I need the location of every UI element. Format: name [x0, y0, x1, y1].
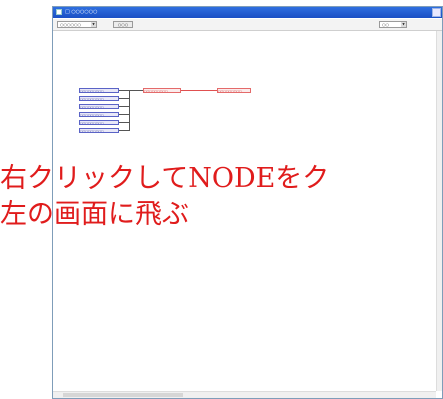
close-button[interactable]: [432, 8, 441, 17]
graph-node[interactable]: ○○○○○○○○○: [79, 112, 119, 117]
toolbar-combo-left-label: ○○○○○○: [60, 22, 81, 27]
toolbar: ○○○○○○ ▼ ○○○ ○○ ▼: [53, 19, 442, 31]
horizontal-scrollbar[interactable]: [53, 391, 436, 398]
annotation-text-line-2: 左の画面に飛ぶ: [0, 199, 189, 230]
graph-node[interactable]: ○○○○○○○○○: [79, 120, 119, 125]
graph-edge: [119, 114, 129, 115]
graph-edge: [119, 98, 129, 99]
graph-edge: [119, 130, 129, 131]
vertical-scrollbar[interactable]: [436, 31, 442, 391]
graph-edge: [119, 106, 129, 107]
annotation-text-line-1: 右クリックしてNODEをク: [0, 163, 330, 194]
chevron-down-icon[interactable]: ▼: [91, 22, 96, 27]
toolbar-button-label: ○○○: [117, 22, 129, 27]
graph-node[interactable]: ○○○○○○○○○: [79, 88, 119, 93]
graph-node-label: ○○○○○○○○○: [218, 89, 242, 93]
scrollbar-thumb[interactable]: [63, 393, 183, 397]
chevron-down-icon[interactable]: ▼: [401, 22, 406, 27]
graph-node[interactable]: ○○○○○○○○○: [79, 104, 119, 109]
graph-node-label: ○○○○○○○○○: [80, 129, 104, 133]
graph-edge: [129, 90, 143, 91]
graph-node-selected[interactable]: ○○○○○○○○○: [143, 88, 181, 93]
graph-node-label: ○○○○○○○○○: [80, 89, 104, 93]
graph-node-label: ○○○○○○○○○: [80, 113, 104, 117]
window-title: □ ○○○○○○: [65, 9, 98, 15]
graph-node-label: ○○○○○○○○○: [80, 105, 104, 109]
graph-edge: [181, 90, 217, 91]
toolbar-button[interactable]: ○○○: [113, 21, 133, 28]
graph-node-label: ○○○○○○○○○: [80, 121, 104, 125]
toolbar-combo-right-label: ○○: [382, 22, 389, 27]
graph-edge: [119, 122, 129, 123]
graph-node-selected[interactable]: ○○○○○○○○○: [217, 88, 251, 93]
graph-node-label: ○○○○○○○○○: [144, 89, 168, 93]
toolbar-combo-left[interactable]: ○○○○○○ ▼: [57, 21, 97, 28]
graph-edge: [129, 90, 130, 131]
graph-edge: [119, 90, 129, 91]
toolbar-combo-right[interactable]: ○○ ▼: [379, 21, 407, 28]
graph-node-label: ○○○○○○○○○: [80, 97, 104, 101]
graph-node[interactable]: ○○○○○○○○○: [79, 96, 119, 101]
app-icon: [56, 9, 62, 15]
graph-node[interactable]: ○○○○○○○○○: [79, 128, 119, 133]
title-bar[interactable]: □ ○○○○○○: [53, 7, 442, 18]
